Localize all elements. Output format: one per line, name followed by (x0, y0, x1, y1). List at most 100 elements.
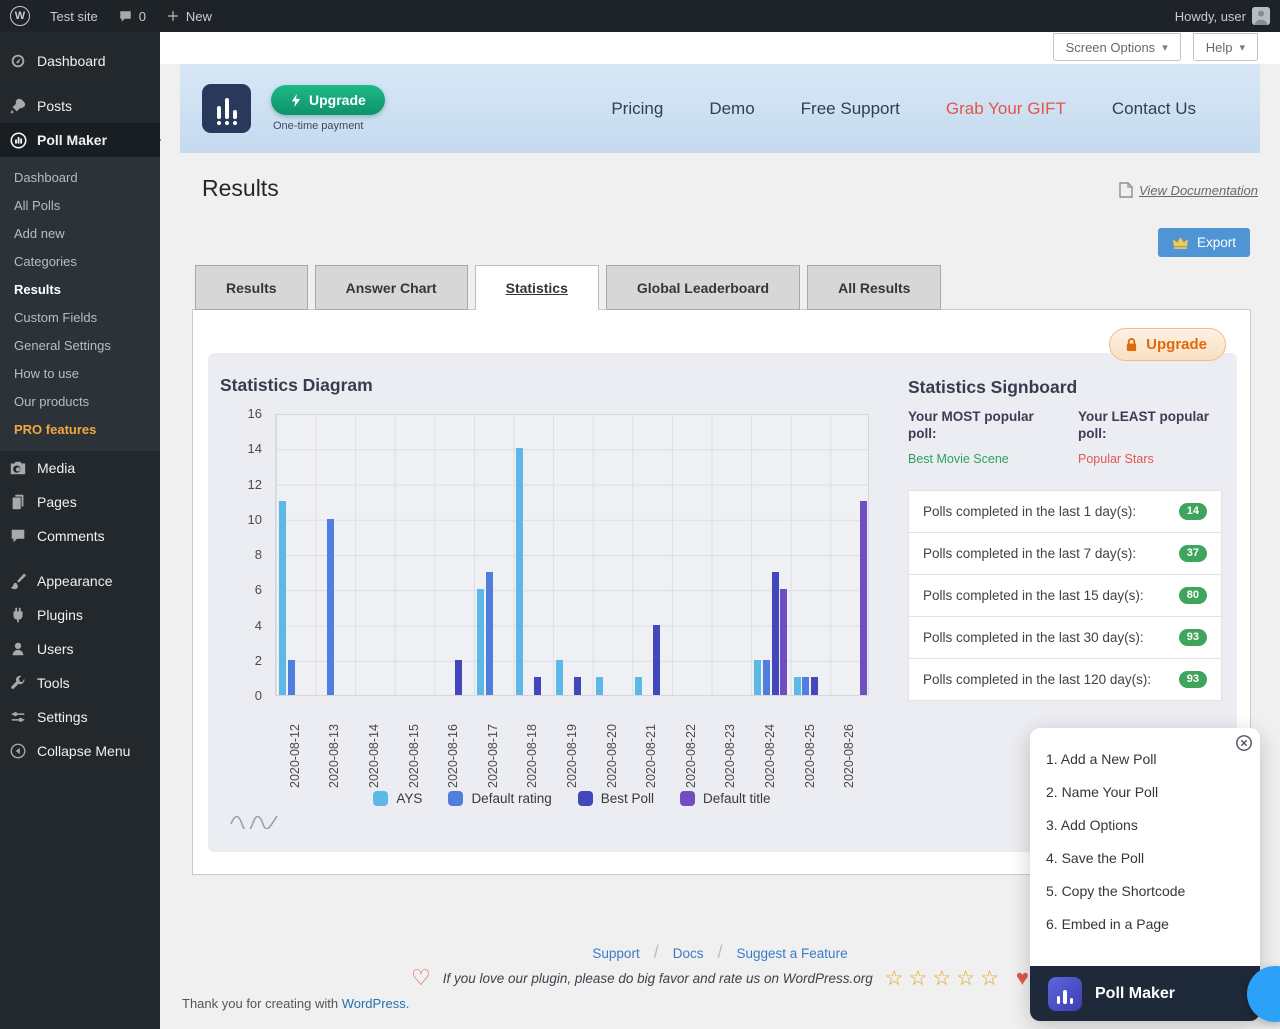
sidebar-item-users[interactable]: Users (0, 632, 160, 666)
new-button[interactable]: New (156, 0, 222, 32)
help-button[interactable]: Help ▾ (1193, 33, 1258, 61)
legend-item[interactable]: AYS (373, 791, 422, 806)
banner-nav-demo[interactable]: Demo (709, 99, 754, 119)
star-icon[interactable]: ☆ (885, 967, 909, 990)
export-button[interactable]: Export (1158, 228, 1250, 257)
star-icon[interactable]: ☆ (956, 967, 980, 990)
submenu-item-general-settings[interactable]: General Settings (0, 332, 160, 360)
sidebar-item-pages[interactable]: Pages (0, 485, 160, 519)
footer-link-support[interactable]: Support (592, 946, 639, 961)
chart-bar[interactable] (596, 677, 603, 695)
upgrade-pill-button[interactable]: Upgrade (1109, 328, 1226, 361)
chart-bar[interactable] (754, 660, 761, 695)
wordpress-link[interactable]: WordPress. (342, 996, 410, 1011)
banner-nav-contact-us[interactable]: Contact Us (1112, 99, 1196, 119)
widget-step[interactable]: 3. Add Options (1046, 808, 1260, 841)
chart-bar[interactable] (279, 501, 286, 695)
sidebar-item-tools[interactable]: Tools (0, 666, 160, 700)
admin-bar: W Test site 0 New Howdy, user (0, 0, 1280, 32)
media-icon (8, 458, 28, 478)
footer-link-suggest-feature[interactable]: Suggest a Feature (737, 946, 848, 961)
sidebar-item-dashboard[interactable]: Dashboard (0, 44, 160, 78)
y-axis-label: 16 (226, 406, 262, 421)
rating-stars[interactable]: ☆☆☆☆☆ (885, 968, 1004, 989)
x-axis-label: 2020-08-21 (631, 702, 671, 788)
chart-bar[interactable] (860, 501, 867, 695)
sidebar-item-plugins[interactable]: Plugins (0, 598, 160, 632)
footer-link-docs[interactable]: Docs (673, 946, 704, 961)
sidebar-item-settings[interactable]: Settings (0, 700, 160, 734)
widget-step[interactable]: 1. Add a New Poll (1046, 742, 1260, 775)
chart-bar[interactable] (763, 660, 770, 695)
star-icon[interactable]: ☆ (909, 967, 933, 990)
legend-item[interactable]: Default title (680, 791, 771, 806)
tab-answer-chart[interactable]: Answer Chart (315, 265, 468, 310)
y-axis-label: 14 (226, 441, 262, 456)
submenu-item-pro-features[interactable]: PRO features (0, 416, 160, 444)
submenu-item-results[interactable]: Results (0, 276, 160, 304)
sidebar-item-appearance[interactable]: Appearance (0, 564, 160, 598)
sidebar-item-posts[interactable]: Posts (0, 89, 160, 123)
screen-options-button[interactable]: Screen Options ▾ (1053, 33, 1181, 61)
widget-step[interactable]: 2. Name Your Poll (1046, 775, 1260, 808)
chart-bar[interactable] (516, 448, 523, 695)
star-icon[interactable]: ☆ (932, 967, 956, 990)
submenu-item-categories[interactable]: Categories (0, 248, 160, 276)
chart-bar[interactable] (574, 677, 581, 695)
upgrade-pill-label: Upgrade (1146, 336, 1207, 353)
chart-bar[interactable] (802, 677, 809, 695)
chart-bar[interactable] (477, 589, 484, 695)
comments-link[interactable]: 0 (108, 0, 156, 32)
legend-item[interactable]: Default rating (448, 791, 551, 806)
chart-bar[interactable] (534, 677, 541, 695)
x-axis-label: 2020-08-26 (829, 702, 869, 788)
divider-slash-icon: / (717, 942, 722, 962)
view-documentation-link[interactable]: View Documentation (1119, 182, 1258, 198)
banner-nav-gift[interactable]: Grab Your GIFT (946, 99, 1066, 119)
settings-icon (8, 707, 28, 727)
current-menu-arrow (151, 131, 170, 149)
widget-step[interactable]: 4. Save the Poll (1046, 841, 1260, 874)
banner-nav-free-support[interactable]: Free Support (801, 99, 900, 119)
submenu-item-add-new[interactable]: Add new (0, 220, 160, 248)
sidebar-item-comments[interactable]: Comments (0, 519, 160, 553)
submenu-item-our-products[interactable]: Our products (0, 388, 160, 416)
chart-bar[interactable] (455, 660, 462, 695)
tab-all-results[interactable]: All Results (807, 265, 941, 310)
submenu-item-custom-fields[interactable]: Custom Fields (0, 304, 160, 332)
widget-close-button[interactable] (1235, 734, 1253, 752)
chart-plot (275, 414, 869, 696)
tab-statistics[interactable]: Statistics (475, 265, 599, 310)
tab-results[interactable]: Results (195, 265, 308, 310)
sidebar-item-media[interactable]: Media (0, 451, 160, 485)
submenu-item-how-to-use[interactable]: How to use (0, 360, 160, 388)
chart-bar[interactable] (780, 589, 787, 695)
howdy-link[interactable]: Howdy, user (1165, 0, 1280, 32)
chart-bar[interactable] (794, 677, 801, 695)
tab-global-leaderboard[interactable]: Global Leaderboard (606, 265, 800, 310)
site-name-link[interactable]: Test site (40, 0, 108, 32)
sidebar-item-poll-maker[interactable]: Poll Maker (0, 123, 160, 157)
wordpress-logo[interactable]: W (0, 0, 40, 32)
amcharts-logo-icon[interactable] (230, 811, 278, 829)
stats-count-badge: 14 (1179, 503, 1207, 520)
chart-bar[interactable] (327, 519, 334, 695)
chart-bar[interactable] (288, 660, 295, 695)
chart-bar[interactable] (635, 677, 642, 695)
upgrade-button[interactable]: Upgrade (271, 85, 385, 115)
submenu-item-all-polls[interactable]: All Polls (0, 192, 160, 220)
chart-bar[interactable] (653, 625, 660, 696)
chart-bar[interactable] (772, 572, 779, 695)
chart-bar[interactable] (811, 677, 818, 695)
thankyou-text: Thank you for creating with (182, 996, 338, 1011)
banner-nav-pricing[interactable]: Pricing (611, 99, 663, 119)
legend-item[interactable]: Best Poll (578, 791, 654, 806)
collapse-menu-button[interactable]: Collapse Menu (0, 734, 160, 768)
submenu-item-dashboard[interactable]: Dashboard (0, 164, 160, 192)
widget-step[interactable]: 5. Copy the Shortcode (1046, 874, 1260, 907)
chart-bar[interactable] (486, 572, 493, 695)
star-icon[interactable]: ☆ (980, 967, 1004, 990)
widget-step[interactable]: 6. Embed in a Page (1046, 907, 1260, 940)
chart-bar[interactable] (556, 660, 563, 695)
sidebar-item-label: Users (37, 641, 74, 657)
